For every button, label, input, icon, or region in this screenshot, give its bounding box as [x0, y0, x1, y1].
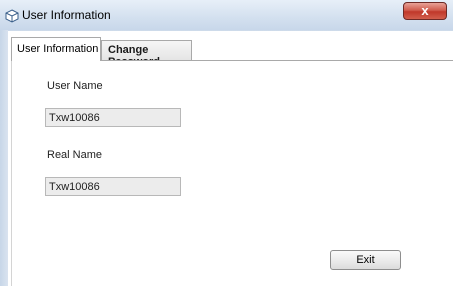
- close-icon: x: [421, 3, 429, 18]
- tab-label: User Information: [17, 43, 99, 55]
- tab-change-password[interactable]: Change Password: [101, 40, 192, 68]
- close-button[interactable]: x: [403, 2, 447, 20]
- exit-button[interactable]: Exit: [330, 250, 401, 270]
- window-frame-edge: [0, 30, 8, 286]
- tab-user-information[interactable]: User Information: [11, 37, 101, 61]
- user-name-label: User Name: [47, 80, 103, 92]
- user-information-window: User Information x User Information Chan…: [0, 0, 453, 286]
- real-name-field[interactable]: [45, 177, 181, 196]
- window-title: User Information: [22, 8, 111, 22]
- title-bar: User Information x: [0, 0, 453, 30]
- user-name-field[interactable]: [45, 108, 181, 127]
- real-name-label: Real Name: [47, 149, 103, 161]
- cube-icon: [5, 9, 19, 23]
